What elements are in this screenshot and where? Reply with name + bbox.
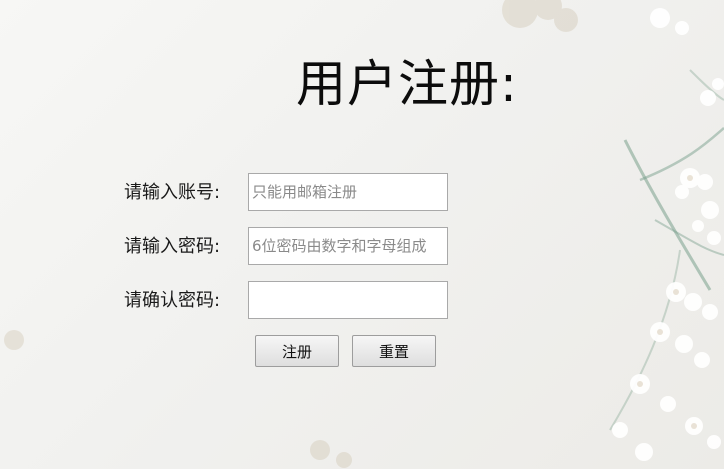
- password-input[interactable]: [248, 227, 448, 265]
- reset-button[interactable]: 重置: [352, 335, 436, 367]
- account-input[interactable]: [248, 173, 448, 211]
- register-button[interactable]: 注册: [255, 335, 339, 367]
- account-label: 请输入账号:: [124, 182, 221, 203]
- password-label: 请输入密码:: [124, 236, 221, 257]
- confirm-password-label: 请确认密码:: [124, 290, 221, 311]
- page-title: 用户注册:: [296, 55, 518, 113]
- flower-branch-icon: [609, 69, 724, 431]
- confirm-password-input[interactable]: [248, 281, 448, 319]
